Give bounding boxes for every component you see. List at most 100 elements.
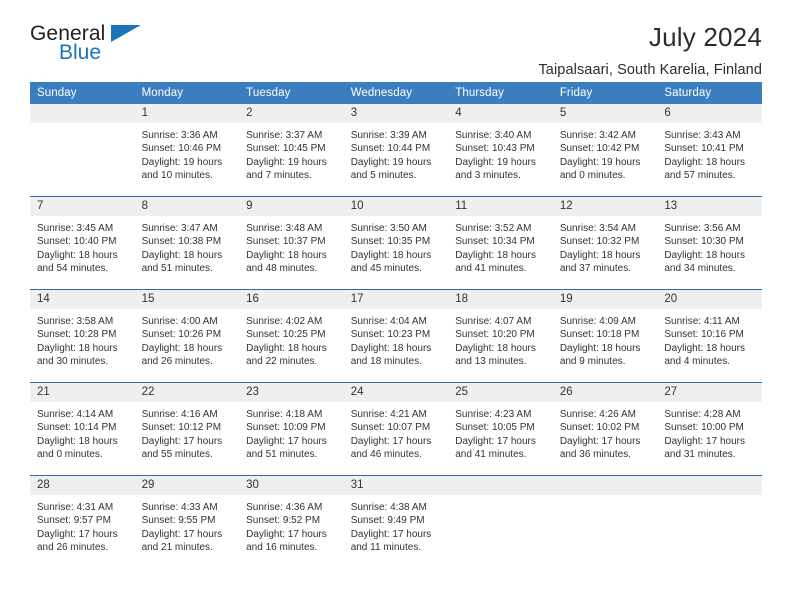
calendar-empty-cell (552, 475, 658, 566)
calendar-empty-cell (448, 475, 553, 566)
day-detail-line: and 41 minutes. (455, 449, 527, 461)
day-detail-line: and 51 minutes. (246, 449, 318, 461)
calendar-day-cell[interactable]: 13 Sunrise: 3:56 AM Sunset: 10:30 PM Daylig… (657, 196, 762, 290)
day-detail-line: Sunrise: 3:37 AM (246, 130, 323, 141)
calendar-header-row: Sunday Monday Tuesday Wednesday Thursday Frid… (30, 82, 762, 104)
day-detail-line: and 45 minutes. (350, 263, 422, 275)
day-detail-line: Sunrise: 3:39 AM (350, 130, 427, 141)
logo-triangle-icon (111, 25, 141, 42)
day-detail-line: Daylight: 17 hours (664, 435, 745, 447)
calendar-table: Sunday Monday Tuesday Wednesday Thursday Frid… (30, 82, 762, 566)
day-detail-line: and 37 minutes. (559, 263, 631, 275)
day-number (552, 476, 658, 495)
day-detail-line: Sunset: 10:16 PM (664, 329, 744, 341)
calendar-day-cell[interactable]: 5 Sunrise: 3:42 AM Sunset: 10:42 PM Dayligh… (552, 104, 658, 197)
day-detail-line: and 36 minutes. (559, 449, 631, 461)
day-detail-line: Sunset: 10:38 PM (141, 236, 222, 248)
page-title: July 2024 (648, 22, 762, 52)
calendar-day-cell[interactable]: 19 Sunrise: 4:09 AM Sunset: 10:18 PM Daylig… (552, 289, 658, 383)
calendar-day-cell[interactable]: 30 Sunrise: 4:36 AM Sunset: 9:52 PM Dayligh… (239, 475, 344, 566)
calendar-day-cell[interactable]: 21 Sunrise: 4:14 AM Sunset: 10:14 PM Daylig… (30, 382, 135, 476)
day-details: Sunrise: 4:04 AM Sunset: 10:23 PM Daylight… (344, 309, 449, 369)
day-number: 29 (134, 476, 240, 495)
calendar-empty-cell (30, 104, 135, 197)
calendar-day-cell[interactable]: 31 Sunrise: 4:38 AM Sunset: 9:49 PM Dayligh… (343, 475, 449, 566)
day-number: 7 (30, 197, 135, 216)
day-detail-line: Sunrise: 4:33 AM (141, 502, 218, 513)
day-cell-inner: 24 Sunrise: 4:21 AM Sunset: 10:07 PM Daylig… (343, 383, 449, 475)
day-detail-line: Sunset: 10:20 PM (455, 329, 535, 341)
day-number: 23 (239, 383, 344, 402)
day-detail-line: Sunset: 10:23 PM (350, 329, 431, 341)
calendar-day-cell[interactable]: 1 Sunrise: 3:36 AM Sunset: 10:46 PM Dayligh… (134, 104, 240, 197)
day-details: Sunrise: 4:36 AM Sunset: 9:52 PM Daylight:… (239, 495, 344, 555)
calendar-day-cell[interactable]: 6 Sunrise: 3:43 AM Sunset: 10:41 PM Dayligh… (657, 104, 762, 197)
day-detail-line: Daylight: 18 hours (141, 249, 223, 261)
day-detail-line: and 9 minutes. (559, 356, 626, 368)
day-detail-line: and 11 minutes. (350, 542, 422, 554)
calendar-day-cell[interactable]: 7 Sunrise: 3:45 AM Sunset: 10:40 PM Dayligh… (30, 196, 135, 290)
calendar-day-cell[interactable]: 27 Sunrise: 4:28 AM Sunset: 10:00 PM Daylig… (657, 382, 762, 476)
calendar-day-cell[interactable]: 9 Sunrise: 3:48 AM Sunset: 10:37 PM Dayligh… (239, 196, 344, 290)
calendar-day-cell[interactable]: 24 Sunrise: 4:21 AM Sunset: 10:07 PM Daylig… (343, 382, 449, 476)
calendar-day-cell[interactable]: 18 Sunrise: 4:07 AM Sunset: 10:20 PM Daylig… (448, 289, 553, 383)
general-blue-logo[interactable]: General Blue (30, 22, 146, 70)
day-detail-line: and 26 minutes. (141, 356, 213, 368)
calendar-day-cell[interactable]: 22 Sunrise: 4:16 AM Sunset: 10:12 PM Daylig… (134, 382, 240, 476)
day-detail-line: Sunrise: 3:58 AM (37, 316, 114, 327)
day-cell-inner: 13 Sunrise: 3:56 AM Sunset: 10:30 PM Daylig… (657, 197, 762, 289)
day-number: 3 (343, 104, 449, 123)
day-cell-inner (657, 476, 762, 566)
day-number: 31 (343, 476, 449, 495)
day-details: Sunrise: 3:43 AM Sunset: 10:41 PM Daylight… (657, 123, 762, 183)
calendar-day-cell[interactable]: 23 Sunrise: 4:18 AM Sunset: 10:09 PM Daylig… (239, 382, 344, 476)
day-number: 19 (552, 290, 658, 309)
day-detail-line: and 0 minutes. (37, 449, 103, 461)
calendar-day-cell[interactable]: 26 Sunrise: 4:26 AM Sunset: 10:02 PM Daylig… (552, 382, 658, 476)
day-cell-inner (30, 104, 135, 196)
calendar-day-cell[interactable]: 4 Sunrise: 3:40 AM Sunset: 10:43 PM Dayligh… (448, 104, 553, 197)
day-detail-line: Daylight: 17 hours (350, 435, 432, 447)
day-detail-line: Daylight: 17 hours (455, 435, 536, 447)
calendar-day-cell[interactable]: 14 Sunrise: 3:58 AM Sunset: 10:28 PM Daylig… (30, 289, 135, 383)
calendar-day-cell[interactable]: 12 Sunrise: 3:54 AM Sunset: 10:32 PM Daylig… (552, 196, 658, 290)
day-details: Sunrise: 4:07 AM Sunset: 10:20 PM Daylight… (448, 309, 553, 369)
calendar-day-cell[interactable]: 15 Sunrise: 4:00 AM Sunset: 10:26 PM Daylig… (134, 289, 240, 383)
weekday-header-sunday: Sunday (30, 82, 135, 104)
day-detail-line: Daylight: 19 hours (141, 156, 223, 168)
day-detail-line: Daylight: 18 hours (455, 249, 536, 261)
calendar-day-cell[interactable]: 11 Sunrise: 3:52 AM Sunset: 10:34 PM Daylig… (448, 196, 553, 290)
day-detail-line: Sunset: 9:55 PM (141, 515, 216, 527)
page-header: General Blue July 2024 Taipalsaari, Sout… (30, 0, 762, 78)
day-detail-line: Sunrise: 4:31 AM (37, 502, 114, 513)
day-details (448, 495, 553, 501)
title-block: July 2024 Taipalsaari, South Karelia, Fi… (538, 22, 762, 80)
calendar-body: 1 Sunrise: 3:36 AM Sunset: 10:46 PM Dayligh… (30, 104, 762, 566)
calendar-day-cell[interactable]: 3 Sunrise: 3:39 AM Sunset: 10:44 PM Dayligh… (343, 104, 449, 197)
day-number: 15 (134, 290, 240, 309)
calendar-day-cell[interactable]: 29 Sunrise: 4:33 AM Sunset: 9:55 PM Dayligh… (134, 475, 240, 566)
day-number: 24 (343, 383, 449, 402)
day-details: Sunrise: 3:47 AM Sunset: 10:38 PM Daylight… (135, 216, 240, 276)
day-details: Sunrise: 3:58 AM Sunset: 10:28 PM Daylight… (30, 309, 135, 369)
calendar-week-row: 14 Sunrise: 3:58 AM Sunset: 10:28 PM Daylig… (30, 289, 762, 383)
day-detail-line: Sunset: 9:57 PM (37, 515, 111, 527)
calendar-day-cell[interactable]: 28 Sunrise: 4:31 AM Sunset: 9:57 PM Dayligh… (30, 475, 135, 566)
calendar-day-cell[interactable]: 17 Sunrise: 4:04 AM Sunset: 10:23 PM Daylig… (343, 289, 449, 383)
day-detail-line: and 57 minutes. (664, 170, 736, 182)
calendar-day-cell[interactable]: 20 Sunrise: 4:11 AM Sunset: 10:16 PM Daylig… (657, 289, 762, 383)
day-number: 9 (239, 197, 344, 216)
calendar-day-cell[interactable]: 10 Sunrise: 3:50 AM Sunset: 10:35 PM Daylig… (343, 196, 449, 290)
day-details: Sunrise: 4:28 AM Sunset: 10:00 PM Daylight… (657, 402, 762, 462)
day-number: 13 (657, 197, 762, 216)
calendar-day-cell[interactable]: 8 Sunrise: 3:47 AM Sunset: 10:38 PM Dayligh… (134, 196, 240, 290)
day-detail-line: Sunrise: 4:04 AM (350, 316, 427, 327)
calendar-empty-cell (657, 475, 762, 566)
calendar-day-cell[interactable]: 2 Sunrise: 3:37 AM Sunset: 10:45 PM Dayligh… (239, 104, 344, 197)
day-details: Sunrise: 4:31 AM Sunset: 9:57 PM Daylight:… (30, 495, 135, 555)
day-detail-line: Daylight: 19 hours (455, 156, 536, 168)
day-details: Sunrise: 3:37 AM Sunset: 10:45 PM Daylight… (239, 123, 344, 183)
calendar-day-cell[interactable]: 25 Sunrise: 4:23 AM Sunset: 10:05 PM Daylig… (448, 382, 553, 476)
calendar-day-cell[interactable]: 16 Sunrise: 4:02 AM Sunset: 10:25 PM Daylig… (239, 289, 344, 383)
day-detail-line: Daylight: 17 hours (141, 435, 223, 447)
